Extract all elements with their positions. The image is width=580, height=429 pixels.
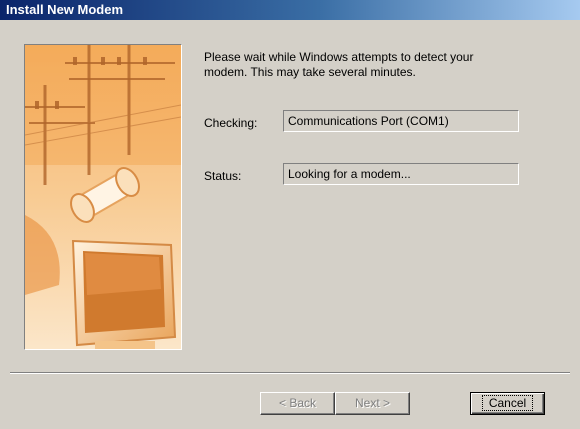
wizard-illustration (24, 44, 182, 350)
status-label: Status: (204, 169, 242, 183)
button-separator (10, 372, 570, 374)
cancel-button[interactable]: Cancel (470, 392, 545, 415)
title-bar[interactable]: Install New Modem (0, 0, 580, 20)
checking-value-field: Communications Port (COM1) (283, 110, 519, 132)
intro-text: Please wait while Windows attempts to de… (204, 50, 474, 79)
cancel-button-label: Cancel (481, 395, 534, 411)
next-button[interactable]: Next > (335, 392, 410, 415)
status-value-field: Looking for a modem... (283, 163, 519, 185)
back-button[interactable]: < Back (260, 392, 335, 415)
checking-label: Checking: (204, 116, 258, 130)
window-title: Install New Modem (6, 2, 124, 17)
